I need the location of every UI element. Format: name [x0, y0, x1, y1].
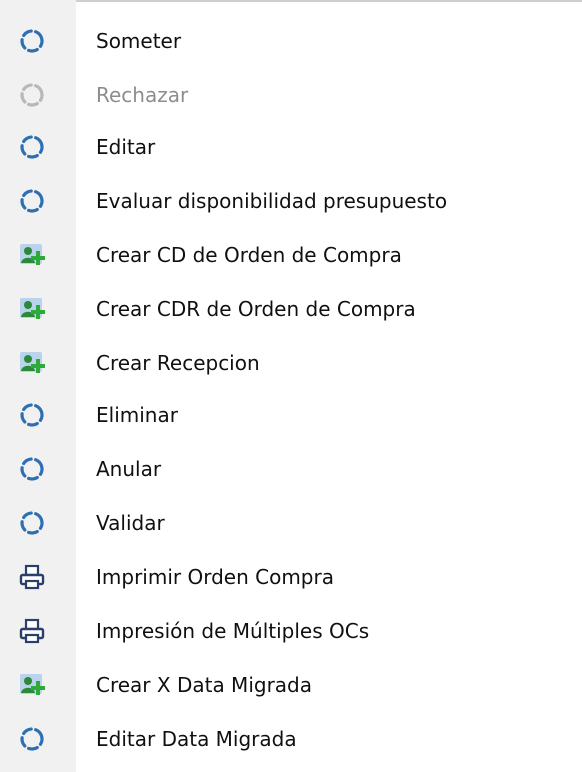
refresh-icon: [18, 27, 46, 55]
menu-item-impresion-multiples-ocs[interactable]: Impresión de Múltiples OCs: [0, 606, 582, 656]
menu-item-label: Editar: [96, 135, 156, 159]
menu-top-border: [76, 0, 582, 2]
menu-item-label: Crear Recepcion: [96, 351, 260, 375]
menu-item-evaluar-disponibilidad[interactable]: Evaluar disponibilidad presupuesto: [0, 176, 582, 226]
menu-item-label: Crear CD de Orden de Compra: [96, 243, 402, 267]
menu-item-label: Anular: [96, 457, 162, 481]
menu-item-validar[interactable]: Validar: [0, 498, 582, 548]
menu-item-someter[interactable]: Someter: [0, 16, 582, 66]
menu-item-label: Eliminar: [96, 403, 178, 427]
menu-item-editar[interactable]: Editar: [0, 122, 582, 172]
menu-item-eliminar[interactable]: Eliminar: [0, 390, 582, 440]
menu-item-imprimir-orden-compra[interactable]: Imprimir Orden Compra: [0, 552, 582, 602]
menu-item-label: Validar: [96, 511, 165, 535]
menu-item-rechazar[interactable]: Rechazar: [0, 70, 582, 120]
printer-icon: [18, 617, 46, 645]
add-user-icon: [18, 295, 46, 323]
refresh-icon: [18, 133, 46, 161]
printer-icon: [18, 563, 46, 591]
menu-item-label: Evaluar disponibilidad presupuesto: [96, 189, 448, 213]
add-user-icon: [18, 241, 46, 269]
menu-item-label: Crear X Data Migrada: [96, 673, 312, 697]
menu-item-label: Editar Data Migrada: [96, 727, 297, 751]
menu-item-crear-x-data-migrada[interactable]: Crear X Data Migrada: [0, 660, 582, 710]
refresh-icon: [18, 725, 46, 753]
menu-item-label: Imprimir Orden Compra: [96, 565, 334, 589]
add-user-icon: [18, 671, 46, 699]
refresh-icon: [18, 509, 46, 537]
menu-item-anular[interactable]: Anular: [0, 444, 582, 494]
refresh-icon: [18, 455, 46, 483]
context-menu: Someter Rechazar Editar Evaluar disponib…: [0, 0, 582, 772]
menu-item-label: Rechazar: [96, 83, 189, 107]
refresh-icon: [18, 81, 46, 109]
add-user-icon: [18, 349, 46, 377]
menu-item-label: Impresión de Múltiples OCs: [96, 619, 370, 643]
menu-item-editar-data-migrada[interactable]: Editar Data Migrada: [0, 714, 582, 764]
menu-item-label: Crear CDR de Orden de Compra: [96, 297, 416, 321]
refresh-icon: [18, 401, 46, 429]
menu-item-crear-recepcion[interactable]: Crear Recepcion: [0, 338, 582, 388]
refresh-icon: [18, 187, 46, 215]
menu-item-label: Someter: [96, 29, 182, 53]
menu-item-crear-cd[interactable]: Crear CD de Orden de Compra: [0, 230, 582, 280]
menu-item-crear-cdr[interactable]: Crear CDR de Orden de Compra: [0, 284, 582, 334]
